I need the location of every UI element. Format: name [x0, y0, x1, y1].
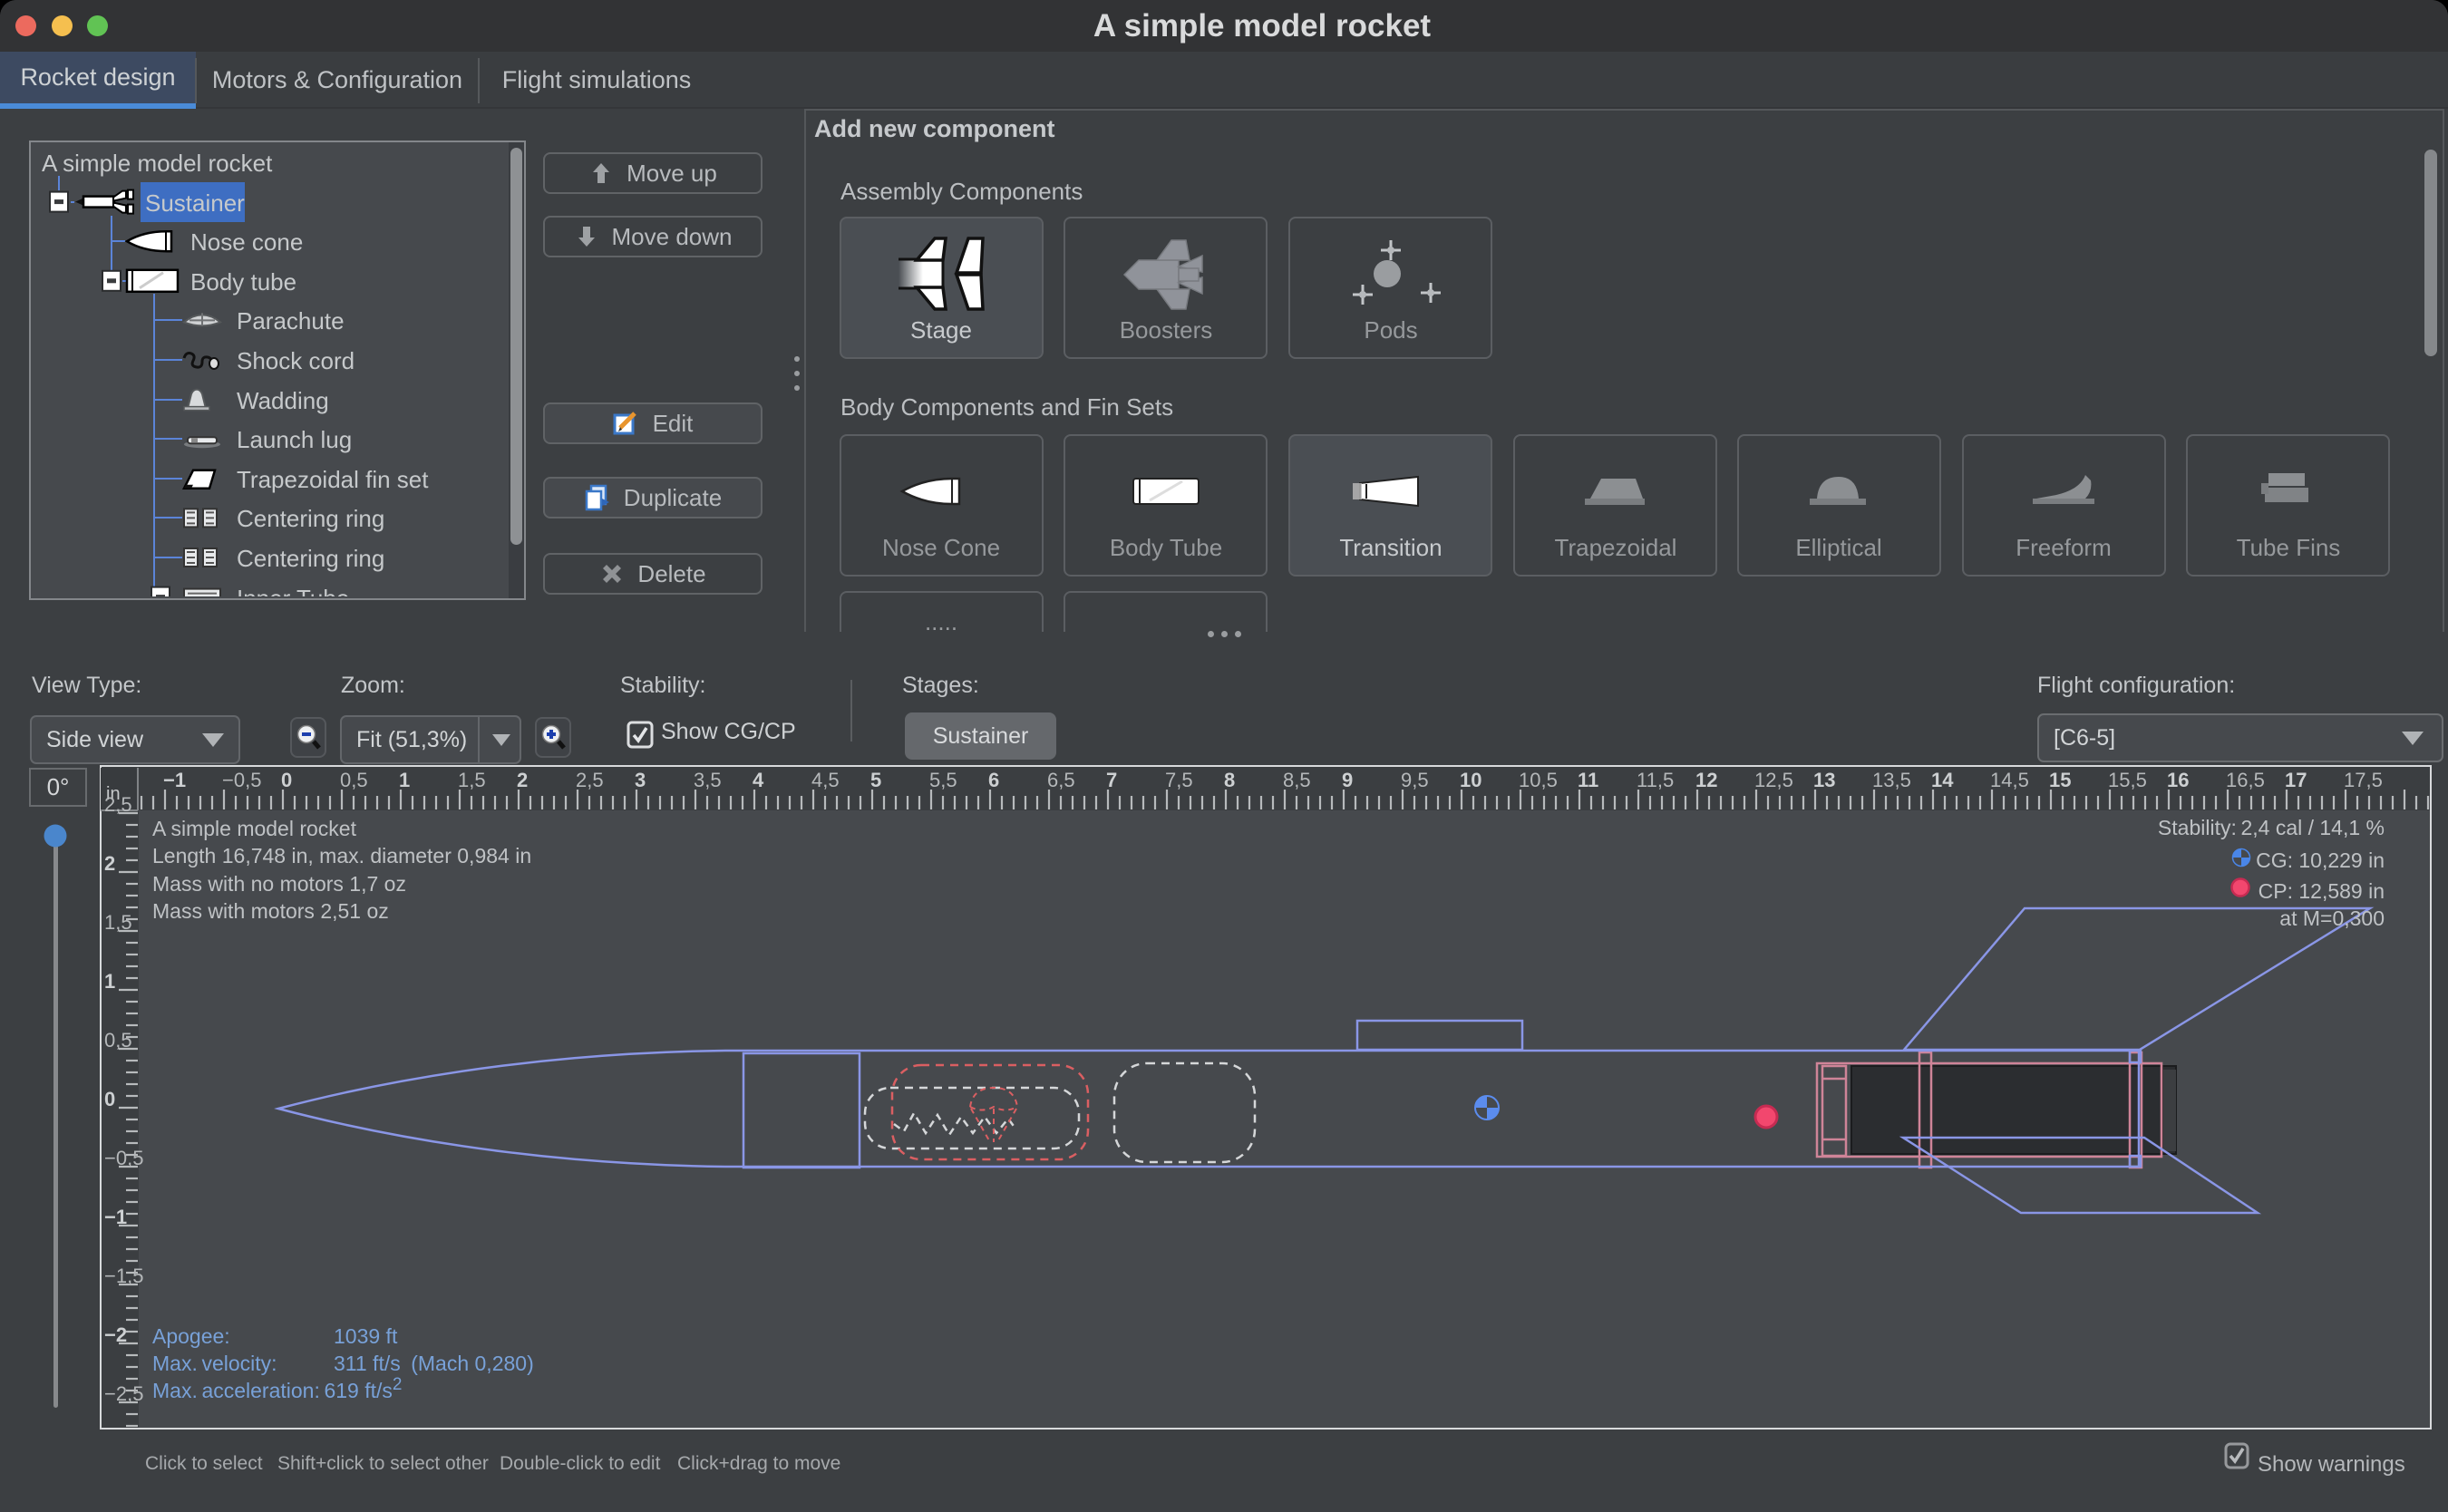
- svg-text:−0,5: −0,5: [222, 769, 261, 791]
- svg-text:Body tube: Body tube: [190, 268, 296, 296]
- svg-text:at M=0,300: at M=0,300: [2279, 906, 2385, 930]
- svg-text:6,5: 6,5: [1047, 769, 1075, 791]
- svg-text:Boosters: Boosters: [1120, 316, 1213, 344]
- svg-text:10,5: 10,5: [1519, 769, 1558, 791]
- svg-text:2: 2: [104, 852, 115, 875]
- svg-text:14: 14: [1931, 769, 1954, 791]
- svg-text:2,5: 2,5: [576, 769, 604, 791]
- svg-text:3,5: 3,5: [694, 769, 722, 791]
- svg-text:Wadding: Wadding: [237, 387, 329, 414]
- svg-text:1039 ft: 1039 ft: [334, 1324, 398, 1348]
- svg-text:Max. velocity:: Max. velocity:: [152, 1352, 277, 1375]
- svg-text:1,5: 1,5: [104, 911, 132, 934]
- svg-text:1,5: 1,5: [458, 769, 486, 791]
- svg-text:−1,5: −1,5: [104, 1265, 143, 1287]
- svg-text:Pods: Pods: [1364, 316, 1417, 344]
- svg-text:1: 1: [399, 769, 410, 791]
- svg-text:Shock cord: Shock cord: [237, 347, 355, 374]
- svg-text:7,5: 7,5: [1165, 769, 1193, 791]
- svg-text:Nose Cone: Nose Cone: [882, 534, 1000, 561]
- svg-text:0: 0: [281, 769, 292, 791]
- svg-text:12,5: 12,5: [1754, 769, 1793, 791]
- svg-text:1: 1: [104, 970, 115, 993]
- svg-text:13,5: 13,5: [1872, 769, 1911, 791]
- svg-text:11: 11: [1578, 769, 1598, 791]
- svg-text:Max. acceleration: 619 ft/s2: Max. acceleration: 619 ft/s2: [152, 1375, 402, 1402]
- svg-text:17,5: 17,5: [2344, 769, 2383, 791]
- svg-text:8,5: 8,5: [1283, 769, 1311, 791]
- svg-text:2: 2: [517, 769, 528, 791]
- svg-text:Nose cone: Nose cone: [190, 228, 303, 256]
- svg-text:8: 8: [1224, 769, 1235, 791]
- svg-text:9,5: 9,5: [1401, 769, 1429, 791]
- svg-text:Stage: Stage: [910, 316, 972, 344]
- svg-text:Tube Fins: Tube Fins: [2237, 534, 2341, 561]
- svg-text:CG: 10,229 in: CG: 10,229 in: [2256, 848, 2385, 872]
- svg-text:−2: −2: [104, 1323, 127, 1346]
- svg-text:Trapezoidal fin set: Trapezoidal fin set: [237, 466, 429, 493]
- svg-text:Sustainer: Sustainer: [145, 189, 245, 217]
- svg-text:CP: 12,589 in: CP: 12,589 in: [2259, 879, 2385, 903]
- svg-text:4,5: 4,5: [811, 769, 840, 791]
- svg-text:14,5: 14,5: [1990, 769, 2029, 791]
- svg-text:5,5: 5,5: [929, 769, 957, 791]
- svg-text:Transition: Transition: [1339, 534, 1442, 561]
- svg-text:9: 9: [1342, 769, 1353, 791]
- svg-text:4: 4: [753, 769, 764, 791]
- svg-text:Inner Tube: Inner Tube: [237, 585, 349, 596]
- svg-text:A simple model rocket: A simple model rocket: [42, 150, 273, 177]
- svg-text:Elliptical: Elliptical: [1795, 534, 1881, 561]
- svg-text:16,5: 16,5: [2226, 769, 2265, 791]
- svg-text:Centering ring: Centering ring: [237, 505, 384, 532]
- svg-text:Launch lug: Launch lug: [237, 426, 352, 453]
- svg-text:Mass with motors 2,51 oz: Mass with motors 2,51 oz: [152, 899, 389, 923]
- svg-text:11,5: 11,5: [1637, 769, 1674, 791]
- svg-text:Centering ring: Centering ring: [237, 545, 384, 572]
- svg-text:0,5: 0,5: [340, 769, 368, 791]
- svg-text:311 ft/s (Mach 0,280): 311 ft/s (Mach 0,280): [334, 1352, 534, 1375]
- svg-text:Body Tube: Body Tube: [1110, 534, 1222, 561]
- svg-text:Stability: 2,4 cal / 14,1 %: Stability: 2,4 cal / 14,1 %: [2158, 816, 2385, 839]
- svg-text:Apogee:: Apogee:: [152, 1324, 230, 1348]
- svg-text:2,5: 2,5: [104, 793, 132, 816]
- svg-text:5: 5: [870, 769, 881, 791]
- svg-text:.....: .....: [925, 608, 957, 632]
- svg-text:Mass with no motors 1,7 oz: Mass with no motors 1,7 oz: [152, 872, 406, 896]
- svg-text:0: 0: [104, 1088, 115, 1110]
- svg-text:0,5: 0,5: [104, 1029, 132, 1052]
- svg-text:12: 12: [1695, 769, 1717, 791]
- svg-text:3: 3: [635, 769, 646, 791]
- svg-text:−0,5: −0,5: [104, 1147, 143, 1169]
- svg-text:7: 7: [1106, 769, 1117, 791]
- svg-text:Trapezoidal: Trapezoidal: [1555, 534, 1677, 561]
- svg-text:13: 13: [1813, 769, 1835, 791]
- svg-text:Parachute: Parachute: [237, 307, 345, 334]
- svg-text:A simple model rocket: A simple model rocket: [152, 817, 357, 840]
- svg-text:6: 6: [988, 769, 999, 791]
- svg-text:−2,5: −2,5: [104, 1382, 143, 1405]
- svg-text:10: 10: [1460, 769, 1481, 791]
- svg-text:−1: −1: [104, 1206, 127, 1228]
- svg-text:Length 16,748 in, max. diamete: Length 16,748 in, max. diameter 0,984 in: [152, 844, 531, 867]
- svg-text:−1: −1: [163, 769, 186, 791]
- svg-text:15,5: 15,5: [2108, 769, 2147, 791]
- svg-text:16: 16: [2167, 769, 2189, 791]
- svg-text:Freeform: Freeform: [2016, 534, 2111, 561]
- svg-text:15: 15: [2049, 769, 2071, 791]
- svg-text:17: 17: [2285, 769, 2307, 791]
